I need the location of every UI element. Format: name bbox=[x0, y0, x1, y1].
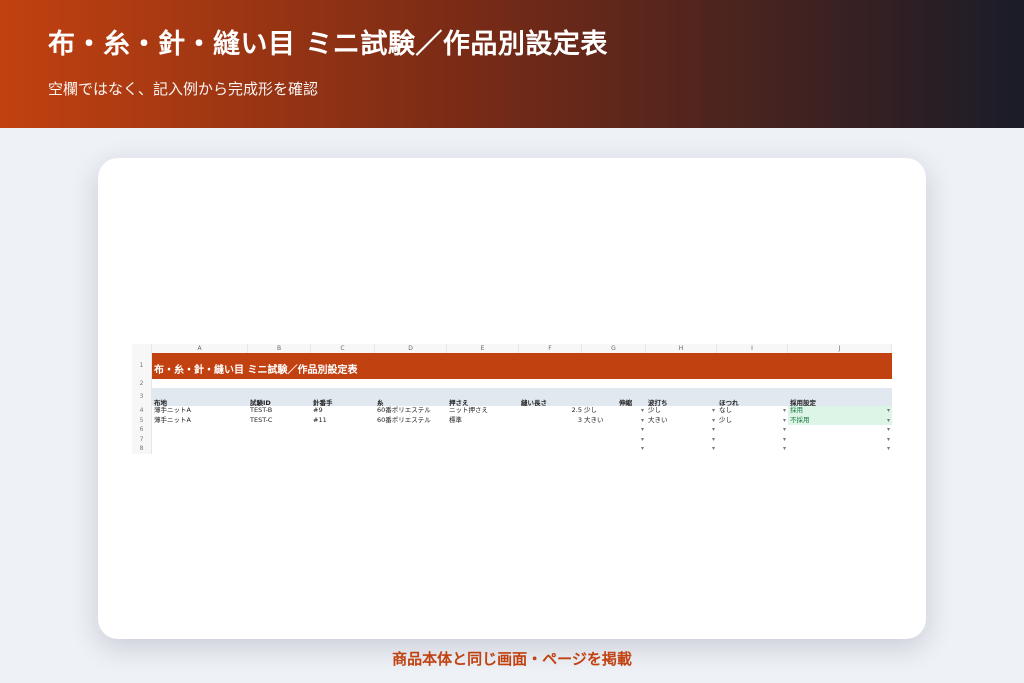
empty-dropdown-cell[interactable] bbox=[646, 444, 717, 454]
column-header-b[interactable]: B bbox=[248, 344, 311, 353]
table-row: 6 bbox=[132, 425, 892, 435]
empty-dropdown-cell[interactable] bbox=[717, 435, 788, 445]
column-header-j[interactable]: J bbox=[788, 344, 892, 353]
sheet-title-row: 1 布・糸・針・縫い目 ミニ試験／作品別設定表 bbox=[132, 353, 892, 379]
header-fraying[interactable]: ほつれ bbox=[717, 388, 788, 406]
cell-test-id[interactable]: TEST-C bbox=[248, 416, 311, 426]
empty-cell[interactable] bbox=[248, 425, 311, 435]
empty-cell[interactable] bbox=[248, 444, 311, 454]
row-number[interactable]: 8 bbox=[132, 444, 152, 454]
column-header-e[interactable]: E bbox=[447, 344, 519, 353]
cell-waviness[interactable]: 少し bbox=[646, 406, 717, 416]
empty-cell[interactable] bbox=[375, 444, 447, 454]
column-header-h[interactable]: H bbox=[646, 344, 717, 353]
cell-presser-foot[interactable]: 標準 bbox=[447, 416, 519, 426]
cell-stretch[interactable]: 大きい bbox=[582, 416, 646, 426]
header-fabric[interactable]: 布地 bbox=[152, 388, 248, 406]
empty-cell[interactable] bbox=[375, 435, 447, 445]
row-number[interactable]: 7 bbox=[132, 434, 152, 445]
hero-banner: 布・糸・針・縫い目 ミニ試験／作品別設定表 空欄ではなく、記入例から完成形を確認 bbox=[0, 0, 1024, 128]
empty-dropdown-cell[interactable] bbox=[788, 444, 892, 454]
blank-row: 2 bbox=[132, 379, 892, 388]
row-number[interactable]: 4 bbox=[132, 406, 152, 416]
cell-thread[interactable]: 60番ポリエステル bbox=[375, 406, 447, 416]
cell-adopted[interactable]: 採用 bbox=[788, 406, 892, 416]
cell-adopted[interactable]: 不採用 bbox=[788, 415, 892, 426]
table-row: 5 薄手ニットA TEST-C #11 60番ポリエステル 標準 3 大きい 大… bbox=[132, 415, 892, 426]
row-number[interactable]: 6 bbox=[132, 425, 152, 435]
empty-cell[interactable] bbox=[152, 425, 248, 435]
empty-cell[interactable] bbox=[375, 425, 447, 435]
cell-fraying[interactable]: 少し bbox=[717, 416, 788, 426]
empty-cell[interactable] bbox=[447, 435, 519, 445]
blank-cell[interactable] bbox=[152, 379, 892, 388]
page-title: 布・糸・針・縫い目 ミニ試験／作品別設定表 bbox=[48, 29, 608, 60]
header-adopted[interactable]: 採用設定 bbox=[788, 388, 892, 406]
stitch-length-value: 2.5 bbox=[571, 406, 582, 414]
empty-dropdown-cell[interactable] bbox=[646, 425, 717, 435]
empty-cell[interactable] bbox=[519, 425, 582, 435]
empty-dropdown-cell[interactable] bbox=[788, 435, 892, 445]
empty-cell[interactable] bbox=[447, 444, 519, 454]
sheet-title[interactable]: 布・糸・針・縫い目 ミニ試験／作品別設定表 bbox=[152, 353, 892, 379]
empty-dropdown-cell[interactable] bbox=[788, 425, 892, 435]
empty-cell[interactable] bbox=[311, 444, 375, 454]
empty-dropdown-cell[interactable] bbox=[646, 435, 717, 445]
cell-thread[interactable]: 60番ポリエステル bbox=[375, 416, 447, 426]
column-header-f[interactable]: F bbox=[519, 344, 582, 353]
empty-cell[interactable] bbox=[152, 444, 248, 454]
column-header-bar: A B C D E F G H I J bbox=[132, 344, 892, 353]
row-number[interactable]: 5 bbox=[132, 415, 152, 426]
cell-waviness[interactable]: 大きい bbox=[646, 416, 717, 426]
cell-fabric[interactable]: 薄手ニットA bbox=[152, 416, 248, 426]
stretch-value: 少し bbox=[584, 406, 597, 414]
header-test-id[interactable]: 試験ID bbox=[248, 388, 311, 406]
empty-dropdown-cell[interactable] bbox=[717, 444, 788, 454]
empty-dropdown-cell[interactable] bbox=[582, 444, 646, 454]
table-row: 4 薄手ニットA TEST-B #9 60番ポリエステル ニット押さえ 2.5 … bbox=[132, 406, 892, 416]
row-number[interactable]: 1 bbox=[132, 353, 152, 379]
header-needle[interactable]: 針番手 bbox=[311, 388, 375, 406]
empty-dropdown-cell[interactable] bbox=[582, 435, 646, 445]
header-waviness[interactable]: 波打ち bbox=[646, 388, 717, 406]
column-header-c[interactable]: C bbox=[311, 344, 375, 353]
header-stretch[interactable]: 伸縮 bbox=[582, 388, 646, 406]
header-row: 3 布地 試験ID 針番手 糸 押さえ 縫い長さ 伸縮 波打ち ほつれ 採用設定 bbox=[132, 388, 892, 406]
page-subtitle: 空欄ではなく、記入例から完成形を確認 bbox=[48, 80, 319, 98]
spreadsheet: A B C D E F G H I J 1 布・糸・針・縫い目 ミニ試験／作品別… bbox=[132, 344, 892, 454]
cell-needle[interactable]: #11 bbox=[311, 416, 375, 426]
column-header-i[interactable]: I bbox=[717, 344, 788, 353]
cell-presser-foot[interactable]: ニット押さえ bbox=[447, 406, 519, 416]
cell-needle[interactable]: #9 bbox=[311, 406, 375, 416]
empty-cell[interactable] bbox=[311, 435, 375, 445]
column-header-a[interactable]: A bbox=[152, 344, 248, 353]
corner-cell bbox=[132, 344, 152, 353]
row-number[interactable]: 2 bbox=[132, 379, 152, 388]
cell-stitch-length[interactable]: 2.5 bbox=[519, 406, 582, 416]
cell-stitch-length[interactable]: 3 bbox=[519, 416, 582, 426]
empty-dropdown-cell[interactable] bbox=[582, 425, 646, 435]
cell-fraying[interactable]: なし bbox=[717, 406, 788, 416]
empty-cell[interactable] bbox=[248, 435, 311, 445]
column-header-g[interactable]: G bbox=[582, 344, 646, 353]
empty-cell[interactable] bbox=[311, 425, 375, 435]
empty-cell[interactable] bbox=[447, 425, 519, 435]
footer-caption: 商品本体と同じ画面・ページを掲載 bbox=[392, 650, 632, 668]
table-row: 8 bbox=[132, 444, 892, 454]
header-stitch-length[interactable]: 縫い長さ bbox=[519, 388, 582, 406]
header-presser-foot[interactable]: 押さえ bbox=[447, 388, 519, 406]
empty-dropdown-cell[interactable] bbox=[717, 425, 788, 435]
cell-test-id[interactable]: TEST-B bbox=[248, 406, 311, 416]
table-row: 7 bbox=[132, 434, 892, 445]
empty-cell[interactable] bbox=[152, 435, 248, 445]
header-thread[interactable]: 糸 bbox=[375, 388, 447, 406]
stretch-value: 大きい bbox=[584, 415, 604, 424]
empty-cell[interactable] bbox=[519, 444, 582, 454]
row-number[interactable]: 3 bbox=[132, 388, 152, 406]
cell-stretch[interactable]: 少し bbox=[582, 406, 646, 416]
column-header-d[interactable]: D bbox=[375, 344, 447, 353]
empty-cell[interactable] bbox=[519, 435, 582, 445]
cell-fabric[interactable]: 薄手ニットA bbox=[152, 406, 248, 416]
